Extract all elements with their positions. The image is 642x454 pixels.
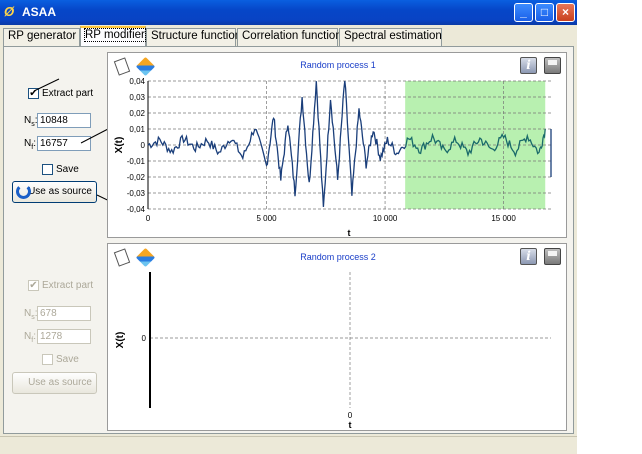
y-tick-label: -0,04	[127, 205, 146, 214]
x-tick-label: 5 000	[257, 214, 278, 223]
x-tick-label: 10 000	[373, 214, 398, 223]
tab-label: Correlation function	[242, 30, 342, 42]
use-as-source-button-2[interactable]: Use as source	[12, 372, 97, 394]
info-icon[interactable]: i	[520, 248, 537, 265]
save-checkbox-2[interactable]	[42, 354, 53, 365]
app-window: Ø ASAA _ □ × RP generator RP modifier St…	[0, 0, 577, 454]
y-tick-label: 0,01	[129, 125, 145, 134]
y-tick-label: 0	[142, 334, 147, 343]
x-axis-label: t	[349, 420, 352, 430]
nf-label-2: Nf:	[24, 331, 36, 344]
save-disk-icon[interactable]	[544, 57, 561, 74]
plot2-canvas: 0 0 Random process 2 t X(t)	[115, 252, 551, 430]
status-bar	[0, 436, 577, 454]
tab-correlation-function[interactable]: Correlation function	[237, 28, 342, 46]
save-disk-icon[interactable]	[544, 248, 561, 265]
ns-label-2: Ns:	[24, 308, 38, 321]
plot-random-process-2[interactable]: 0 0 Random process 2 t X(t) i	[107, 243, 567, 431]
maximize-icon[interactable]: □	[535, 3, 554, 22]
x-axis-label: t	[348, 228, 351, 238]
tab-rp-generator[interactable]: RP generator	[3, 28, 80, 46]
window-title: ASAA	[22, 5, 57, 19]
chart-title: Random process 1	[300, 60, 376, 70]
info-icon[interactable]: i	[520, 57, 537, 74]
save-label-2: Save	[56, 354, 79, 365]
tab-structure-function[interactable]: Structure function	[146, 28, 241, 46]
y-tick-label: 0,02	[129, 109, 145, 118]
y-tick-label: 0	[141, 141, 146, 150]
y-tick-label: -0,01	[127, 157, 146, 166]
extract-part-label-2: Extract part	[42, 280, 94, 291]
tab-label: RP generator	[8, 30, 77, 42]
title-bar[interactable]: Ø ASAA _ □ ×	[0, 0, 577, 25]
x-tick-label: 15 000	[491, 214, 516, 223]
callout-lines	[33, 78, 114, 204]
y-axis-label: X(t)	[114, 137, 125, 154]
close-icon[interactable]: ×	[556, 3, 575, 22]
asaa-logo-icon[interactable]: Ø	[4, 5, 18, 19]
tab-strip: RP generator RP modifier Structure funct…	[0, 26, 577, 47]
tab-label: Structure function	[151, 30, 242, 42]
use-as-source-label-2: Use as source	[28, 377, 92, 388]
chart-title: Random process 2	[300, 252, 376, 262]
series-line	[147, 80, 407, 207]
extract-part-checkbox-2[interactable]: ✔	[28, 280, 39, 291]
tab-label: Spectral estimation	[344, 30, 442, 42]
y-tick-label: 0,03	[129, 93, 145, 102]
y-tick-label: -0,03	[127, 189, 146, 198]
x-tick-label: 0	[146, 214, 151, 223]
x-tick-label: 0	[348, 411, 353, 420]
plot1-canvas: 0,040,030,020,010-0,01-0,02-0,03-0,040 5 …	[114, 60, 552, 238]
tab-label: RP modifier	[84, 28, 146, 42]
tab-rp-modifier[interactable]: RP modifier	[80, 26, 146, 47]
minimize-icon[interactable]: _	[514, 3, 533, 22]
ns-input-2[interactable]: 678	[37, 306, 91, 321]
y-tick-label: 0,04	[129, 77, 145, 86]
plot-random-process-1[interactable]: 0,04 0,03 0,02 0,01 0 -0,01 -0,02 -0,03 -0,04 0 5 …	[107, 52, 567, 238]
y-axis-label: X(t)	[115, 332, 126, 349]
y-tick-label: -0,02	[127, 173, 146, 182]
nf-input-2[interactable]: 1278	[37, 329, 91, 344]
tab-spectral-estimation[interactable]: Spectral estimation	[339, 28, 442, 46]
